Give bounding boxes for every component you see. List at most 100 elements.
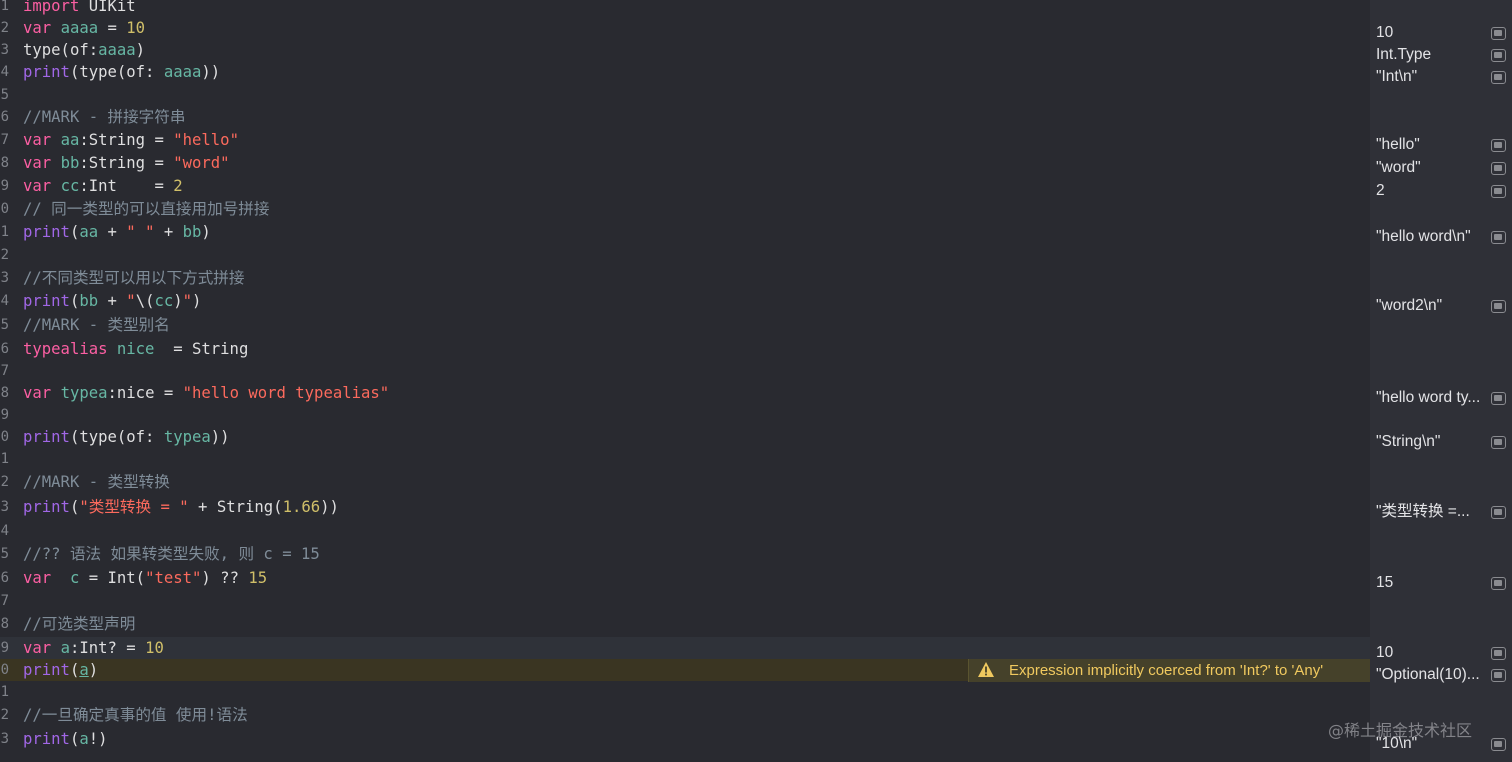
quick-look-icon[interactable] bbox=[1491, 738, 1506, 751]
result-value: "Int\n" bbox=[1376, 68, 1418, 85]
code-line[interactable]: 5 //?? 语法 如果转类型失败, 则 c = 15 bbox=[0, 543, 1370, 565]
code-text[interactable]: print(a) bbox=[23, 659, 98, 681]
code-editor[interactable]: 1 import UIKit 2 var aaaa = 10 3 type(of:aaaa… bbox=[0, 0, 1370, 762]
line-number: 5 bbox=[0, 546, 9, 562]
code-line[interactable]: 4 print(bb + "\(cc)") bbox=[0, 290, 1370, 312]
code-text[interactable]: print(aa + " " + bb) bbox=[23, 221, 211, 243]
code-line[interactable]: 9 bbox=[0, 404, 1370, 426]
line-number: 9 bbox=[0, 407, 9, 423]
line-number: 4 bbox=[0, 293, 9, 309]
quick-look-icon[interactable] bbox=[1491, 506, 1506, 519]
line-number: 8 bbox=[0, 155, 9, 171]
quick-look-icon[interactable] bbox=[1491, 577, 1506, 590]
code-text[interactable]: var c = Int("test") ?? 15 bbox=[23, 567, 267, 589]
quick-look-icon[interactable] bbox=[1491, 231, 1506, 244]
code-text[interactable]: //不同类型可以用以下方式拼接 bbox=[23, 267, 245, 289]
code-line[interactable]: 4 print(type(of: aaaa)) bbox=[0, 61, 1370, 83]
code-text[interactable]: var bb:String = "word" bbox=[23, 152, 230, 174]
code-text[interactable]: //MARK - 拼接字符串 bbox=[23, 106, 185, 128]
code-text[interactable]: var aa:String = "hello" bbox=[23, 129, 239, 151]
warning-text: Expression implicitly coerced from 'Int?… bbox=[1009, 662, 1324, 679]
line-number: 0 bbox=[0, 429, 9, 445]
code-line[interactable]: 3 print("类型转换 = " + String(1.66)) bbox=[0, 496, 1370, 518]
code-line[interactable]: 7 bbox=[0, 590, 1370, 612]
line-number: 3 bbox=[0, 270, 9, 286]
code-line[interactable]: 3 type(of:aaaa) bbox=[0, 39, 1370, 61]
quick-look-icon[interactable] bbox=[1491, 71, 1506, 84]
line-number: 7 bbox=[0, 132, 9, 148]
code-line[interactable]: 4 bbox=[0, 520, 1370, 542]
code-text[interactable]: //MARK - 类型转换 bbox=[23, 471, 170, 493]
code-text[interactable]: //MARK - 类型别名 bbox=[23, 314, 170, 336]
code-text[interactable]: // 同一类型的可以直接用加号拼接 bbox=[23, 198, 269, 220]
code-text[interactable]: //可选类型声明 bbox=[23, 613, 135, 635]
code-line[interactable]: 2 bbox=[0, 244, 1370, 266]
warning-icon bbox=[978, 662, 994, 677]
code-line[interactable]: 1 bbox=[0, 448, 1370, 470]
quick-look-icon[interactable] bbox=[1491, 27, 1506, 40]
code-text[interactable]: //一旦确定真事的值 使用!语法 bbox=[23, 704, 248, 726]
code-text[interactable]: var a:Int? = 10 bbox=[23, 637, 164, 659]
line-number: 1 bbox=[0, 451, 9, 467]
code-text[interactable]: print(type(of: aaaa)) bbox=[23, 61, 220, 83]
code-line[interactable]: 9 var cc:Int = 2 bbox=[0, 175, 1370, 197]
code-line[interactable]: 6 typealias nice = String bbox=[0, 338, 1370, 360]
warning-banner[interactable]: Expression implicitly coerced from 'Int?… bbox=[968, 659, 1371, 682]
line-number: 8 bbox=[0, 385, 9, 401]
result-value: 10 bbox=[1376, 644, 1394, 661]
result-value: 2 bbox=[1376, 182, 1385, 199]
code-line[interactable]: 8 var bb:String = "word" bbox=[0, 152, 1370, 174]
code-line[interactable]: 5 //MARK - 类型别名 bbox=[0, 314, 1370, 336]
code-text[interactable]: print("类型转换 = " + String(1.66)) bbox=[23, 496, 339, 518]
code-line[interactable]: 9 var a:Int? = 10 bbox=[0, 637, 1370, 659]
line-number: 2 bbox=[0, 474, 9, 490]
line-number: 6 bbox=[0, 341, 9, 357]
quick-look-icon[interactable] bbox=[1491, 162, 1506, 175]
quick-look-icon[interactable] bbox=[1491, 49, 1506, 62]
quick-look-icon[interactable] bbox=[1491, 392, 1506, 405]
code-text[interactable]: print(a!) bbox=[23, 728, 108, 750]
code-line[interactable]: 8 var typea:nice = "hello word typealias" bbox=[0, 382, 1370, 404]
quick-look-icon[interactable] bbox=[1491, 185, 1506, 198]
code-line[interactable]: 7 var aa:String = "hello" bbox=[0, 129, 1370, 151]
code-text[interactable]: import UIKit bbox=[23, 0, 136, 17]
result-value: "类型转换 =... bbox=[1376, 503, 1470, 520]
code-text[interactable]: //?? 语法 如果转类型失败, 则 c = 15 bbox=[23, 543, 320, 565]
code-text[interactable]: typealias nice = String bbox=[23, 338, 248, 360]
code-text[interactable]: var typea:nice = "hello word typealias" bbox=[23, 382, 389, 404]
code-line[interactable]: 2 //MARK - 类型转换 bbox=[0, 471, 1370, 493]
code-text[interactable]: var cc:Int = 2 bbox=[23, 175, 183, 197]
line-number: 1 bbox=[0, 684, 9, 700]
code-line[interactable]: 2 //一旦确定真事的值 使用!语法 bbox=[0, 704, 1370, 726]
line-number: 6 bbox=[0, 109, 9, 125]
code-text[interactable]: print(bb + "\(cc)") bbox=[23, 290, 201, 312]
code-line[interactable]: 3 //不同类型可以用以下方式拼接 bbox=[0, 267, 1370, 289]
line-number: 2 bbox=[0, 707, 9, 723]
code-line[interactable]: 1 bbox=[0, 681, 1370, 703]
code-line[interactable]: 7 bbox=[0, 360, 1370, 382]
code-line[interactable]: 1 import UIKit bbox=[0, 0, 1370, 17]
result-value: "String\n" bbox=[1376, 433, 1441, 450]
code-line[interactable]: 3 print(a!) bbox=[0, 728, 1370, 750]
quick-look-icon[interactable] bbox=[1491, 669, 1506, 682]
code-line[interactable]: 6 var c = Int("test") ?? 15 bbox=[0, 567, 1370, 589]
result-value: Int.Type bbox=[1376, 46, 1432, 63]
code-line[interactable]: 5 bbox=[0, 84, 1370, 106]
code-line[interactable]: 1 print(aa + " " + bb) bbox=[0, 221, 1370, 243]
quick-look-icon[interactable] bbox=[1491, 647, 1506, 660]
line-number: 3 bbox=[0, 42, 9, 58]
code-text[interactable]: var aaaa = 10 bbox=[23, 17, 145, 39]
line-number: 7 bbox=[0, 593, 9, 609]
code-text[interactable]: print(type(of: typea)) bbox=[23, 426, 230, 448]
quick-look-icon[interactable] bbox=[1491, 139, 1506, 152]
code-line[interactable]: 8 //可选类型声明 bbox=[0, 613, 1370, 635]
code-line[interactable]: 6 //MARK - 拼接字符串 bbox=[0, 106, 1370, 128]
code-text[interactable]: type(of:aaaa) bbox=[23, 39, 145, 61]
watermark: @稀土掘金技术社区 bbox=[1328, 721, 1473, 740]
code-line[interactable]: 0 print(type(of: typea)) bbox=[0, 426, 1370, 448]
code-line[interactable]: 0 // 同一类型的可以直接用加号拼接 bbox=[0, 198, 1370, 220]
quick-look-icon[interactable] bbox=[1491, 300, 1506, 313]
code-line[interactable]: 2 var aaaa = 10 bbox=[0, 17, 1370, 39]
result-value: "word2\n" bbox=[1376, 297, 1443, 314]
quick-look-icon[interactable] bbox=[1491, 436, 1506, 449]
